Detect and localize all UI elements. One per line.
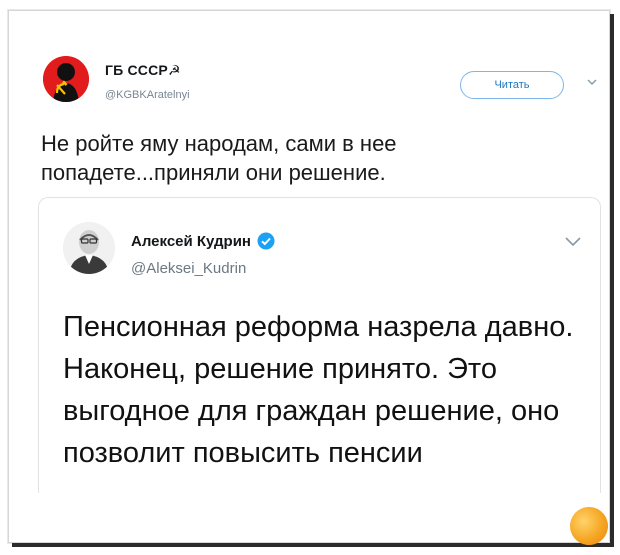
tweet-card: ГБ СССР☭ @KGBKAratelnyi Читать Не ройте … bbox=[8, 10, 613, 550]
quoted-handle[interactable]: @Aleksei_Kudrin bbox=[131, 260, 246, 277]
hammer-sickle-icon bbox=[43, 56, 89, 102]
quoted-avatar[interactable] bbox=[63, 222, 115, 274]
chevron-down-icon[interactable] bbox=[586, 77, 598, 87]
person-photo-icon bbox=[63, 222, 115, 274]
chevron-down-icon[interactable] bbox=[563, 234, 583, 248]
quoted-name-label: Алексей Кудрин bbox=[131, 232, 251, 250]
quoted-text: Пенсионная реформа назрела давно. Наконе… bbox=[63, 311, 574, 469]
follow-button[interactable]: Читать bbox=[460, 71, 564, 99]
account-handle[interactable]: @KGBKAratelnyi bbox=[105, 89, 190, 101]
account-name[interactable]: ГБ СССР☭ bbox=[105, 62, 181, 79]
quoted-tweet[interactable]: Алексей Кудрин @Aleksei_Kudrin Пенсионна… bbox=[38, 197, 601, 493]
verified-check-icon bbox=[257, 232, 275, 250]
quoted-name[interactable]: Алексей Кудрин bbox=[131, 232, 275, 250]
account-avatar[interactable] bbox=[43, 56, 89, 102]
watermark-logo bbox=[565, 502, 613, 550]
tweet-text: Не ройте яму народам, сами в нее попадет… bbox=[41, 131, 397, 185]
